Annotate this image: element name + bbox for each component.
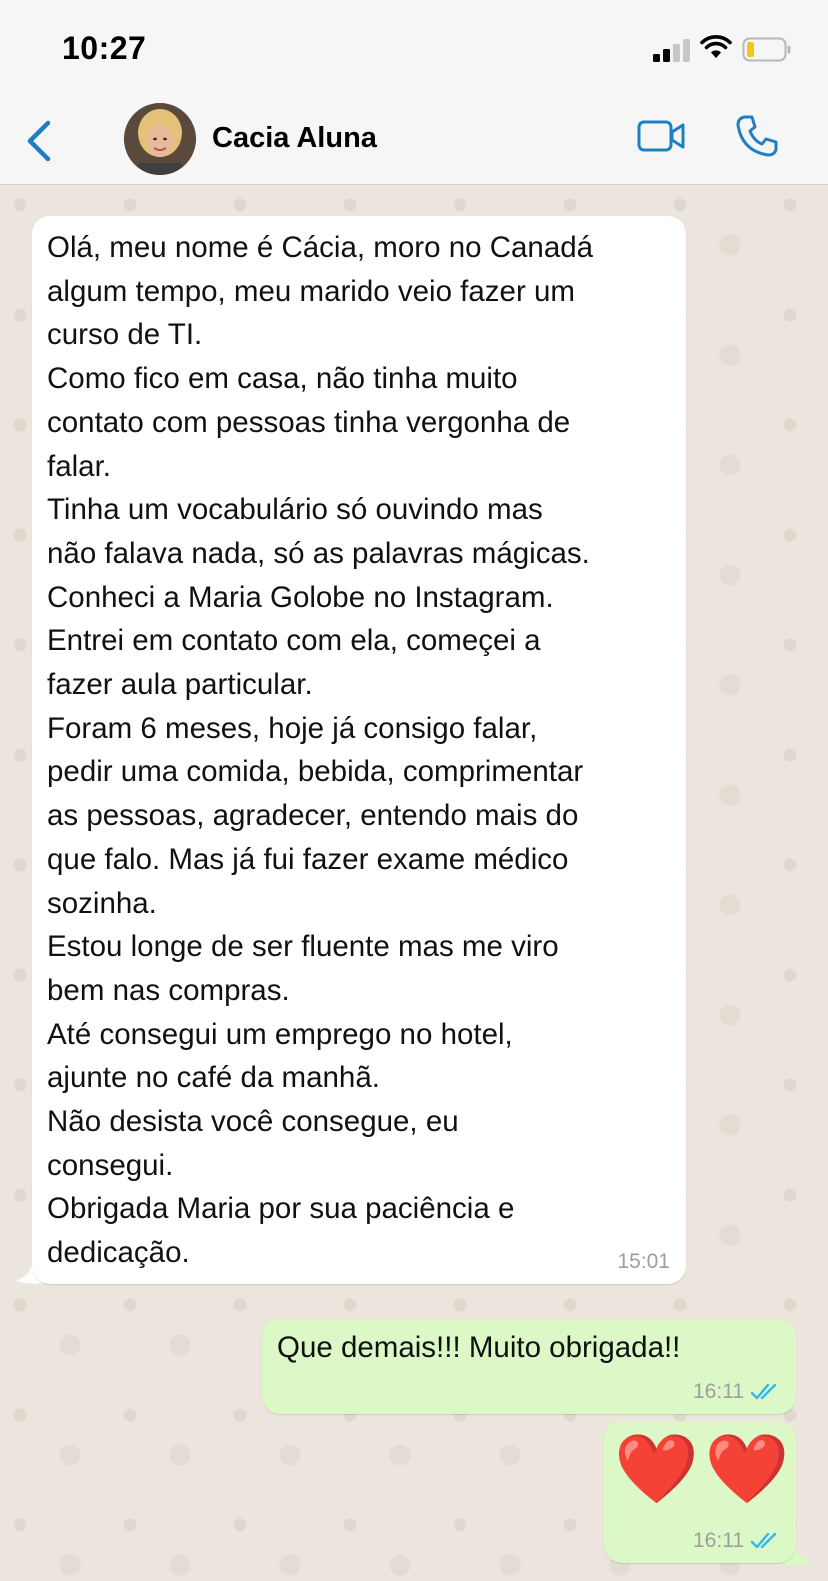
status-bar: 10:27 — [0, 0, 828, 96]
outgoing-message[interactable]: Que demais!!! Muito obrigada!! 16:11 — [262, 1319, 796, 1414]
chat-area: Olá, meu nome é Cácia, moro no Canadá al… — [0, 185, 828, 1581]
heart-emoji-text: ❤️❤️ — [614, 1431, 796, 1507]
status-time: 10:27 — [62, 30, 147, 66]
chat-header: Cacia Aluna — [0, 96, 828, 185]
video-call-icon[interactable] — [637, 118, 687, 154]
battery-icon — [742, 37, 791, 62]
wifi-icon — [700, 35, 732, 58]
read-receipt-icon — [750, 1532, 777, 1549]
read-receipt-icon — [750, 1383, 777, 1400]
message-text: Que demais!!! Muito obrigada!! — [277, 1331, 681, 1364]
cellular-signal-icon — [653, 38, 693, 62]
message-time: 15:01 — [617, 1250, 670, 1273]
contact-name[interactable]: Cacia Aluna — [212, 122, 377, 155]
outgoing-message[interactable]: ❤️❤️ 16:11 — [604, 1421, 796, 1563]
back-chevron-icon[interactable] — [22, 118, 56, 164]
avatar[interactable] — [124, 103, 196, 175]
incoming-message[interactable]: Olá, meu nome é Cácia, moro no Canadá al… — [32, 216, 686, 1284]
message-text: Olá, meu nome é Cácia, moro no Canadá al… — [47, 231, 594, 1270]
message-time: 16:11 — [693, 1529, 744, 1552]
message-time: 16:11 — [693, 1380, 744, 1403]
phone-call-icon[interactable] — [735, 114, 779, 158]
